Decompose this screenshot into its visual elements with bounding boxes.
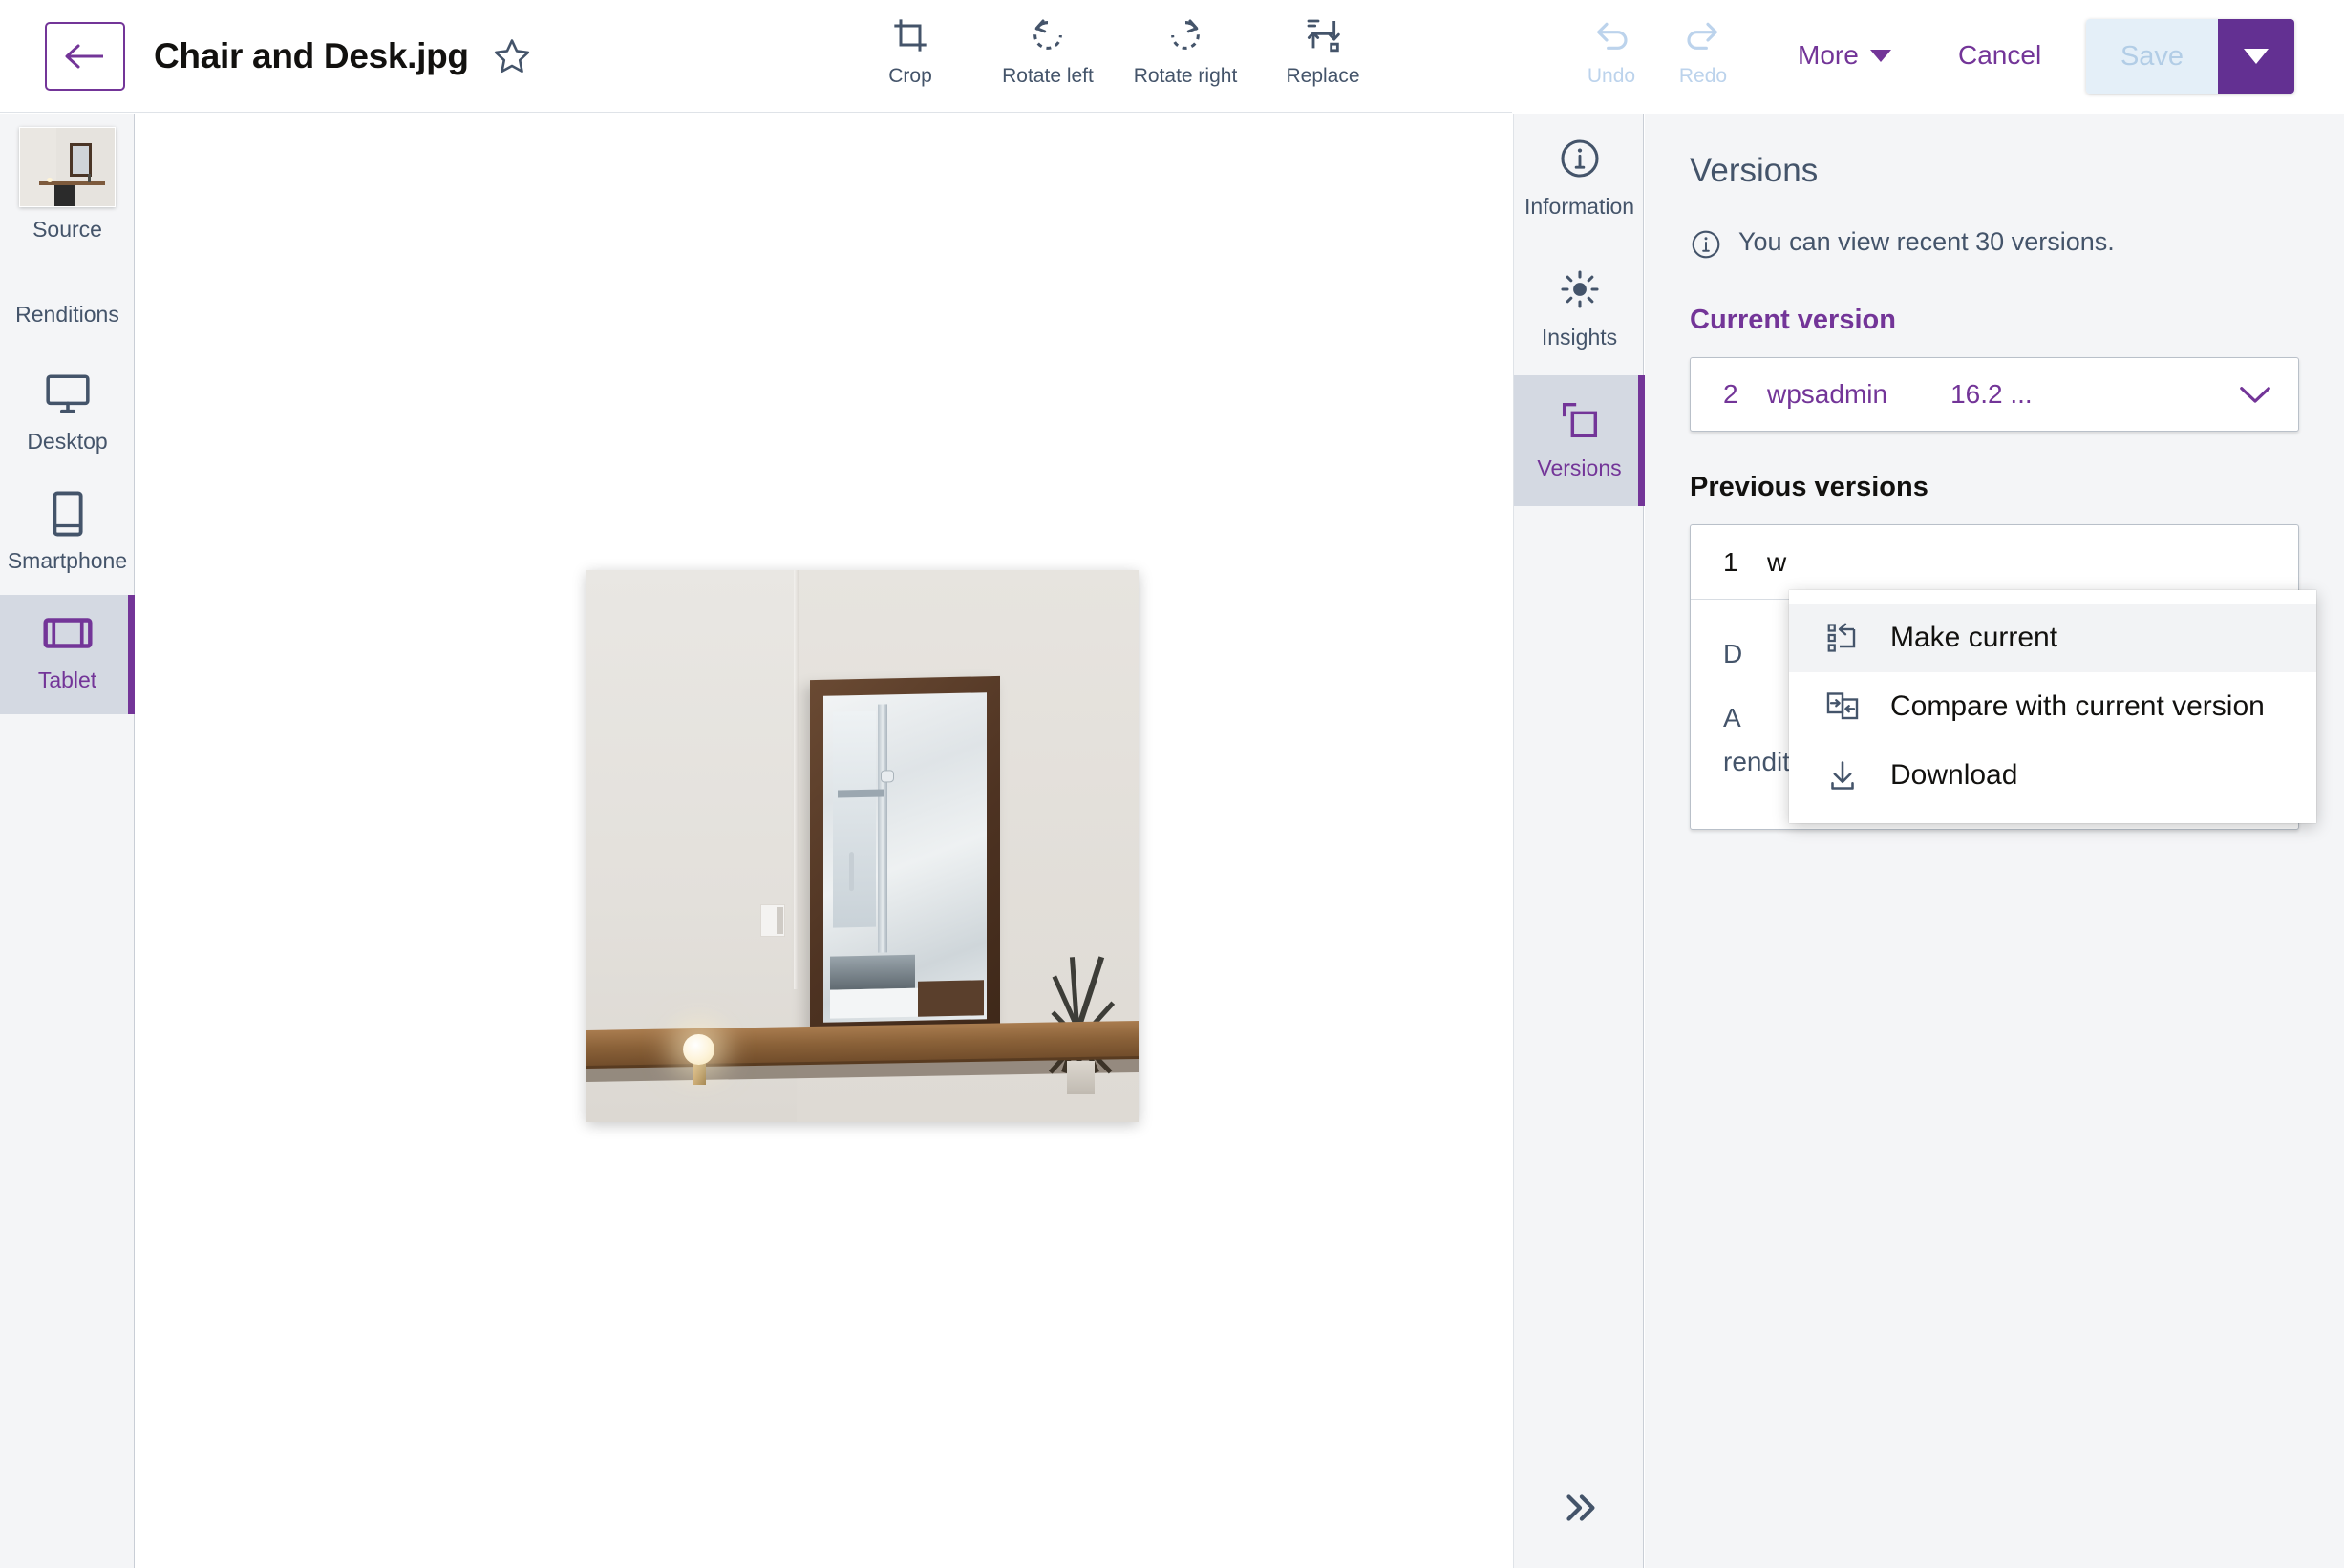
menu-item-make-current[interactable]: Make current: [1789, 604, 2316, 672]
star-outline-icon: [492, 36, 532, 76]
replace-icon: [1304, 13, 1342, 57]
redo-label: Redo: [1679, 65, 1727, 88]
rotate-left-icon: [1029, 13, 1067, 57]
history-group: Undo Redo: [1581, 13, 1734, 88]
sidebar-item-smartphone-label: Smartphone: [8, 548, 127, 574]
previous-version-user: w: [1767, 547, 1786, 578]
smartphone-icon: [50, 489, 86, 539]
current-version-row[interactable]: 2 wpsadmin 16.2 ...: [1690, 357, 2299, 432]
image-editor-window: Chair and Desk.jpg Crop: [0, 0, 2344, 1568]
crop-button[interactable]: Crop: [864, 13, 956, 88]
crop-icon: [891, 13, 929, 57]
more-menu-button[interactable]: More: [1798, 40, 1891, 71]
chevron-down-icon: [1870, 50, 1891, 62]
previous-version-number: 1: [1723, 547, 1767, 578]
copy-icon: [1558, 396, 1602, 444]
rotate-right-icon: [1166, 13, 1204, 57]
tab-versions-label: Versions: [1537, 456, 1621, 481]
sidebar-item-smartphone[interactable]: Smartphone: [0, 476, 135, 595]
compare-icon: [1823, 689, 1862, 724]
favorite-button[interactable]: [492, 36, 532, 76]
save-split-button: Save: [2086, 19, 2294, 94]
sidebar-item-tablet-label: Tablet: [38, 667, 96, 693]
renditions-sidebar: Source Renditions Desktop Smartphone: [0, 114, 135, 1568]
page-title: Chair and Desk.jpg: [154, 36, 469, 76]
tab-insights[interactable]: Insights: [1514, 244, 1645, 375]
menu-item-make-current-label: Make current: [1890, 622, 2057, 654]
tab-versions[interactable]: Versions: [1514, 375, 1645, 506]
collapse-panel-button[interactable]: [1514, 1474, 1645, 1541]
sidebar-item-tablet[interactable]: Tablet: [0, 595, 135, 714]
cancel-button[interactable]: Cancel: [1958, 40, 2041, 71]
sidebar-item-renditions[interactable]: Renditions: [0, 264, 135, 356]
versions-panel-title: Versions: [1690, 152, 2299, 190]
menu-item-compare-label: Compare with current version: [1890, 690, 2265, 723]
crop-label: Crop: [888, 65, 932, 88]
current-version-user: wpsadmin: [1767, 379, 1887, 410]
tab-insights-label: Insights: [1542, 325, 1617, 350]
make-current-icon: [1823, 621, 1862, 655]
chevron-down-icon: [2237, 382, 2273, 407]
preview-image: [586, 570, 1139, 1122]
replace-label: Replace: [1286, 65, 1359, 88]
current-version-meta: 16.2 ...: [1950, 379, 2237, 410]
back-button[interactable]: [45, 22, 125, 91]
edit-tool-group: Crop Rotate left: [864, 13, 1369, 88]
arrow-left-icon: [64, 41, 106, 72]
menu-item-download[interactable]: Download: [1789, 741, 2316, 810]
undo-icon: [1592, 13, 1630, 57]
current-version-number: 2: [1723, 379, 1767, 410]
right-tab-rail: Information Insights: [1513, 114, 1644, 1568]
sun-icon: [1558, 265, 1602, 313]
replace-button[interactable]: Replace: [1277, 13, 1369, 88]
save-button[interactable]: Save: [2086, 19, 2218, 94]
caret-down-icon: [2244, 49, 2269, 64]
info-circle-icon: [1558, 135, 1602, 182]
tab-information[interactable]: Information: [1514, 114, 1645, 244]
sidebar-item-source[interactable]: Source: [0, 114, 135, 264]
image-canvas[interactable]: [136, 114, 1512, 1568]
versions-note-text: You can view recent 30 versions.: [1738, 226, 2115, 257]
app-header: Chair and Desk.jpg Crop: [0, 0, 1512, 113]
save-dropdown-button[interactable]: [2218, 19, 2294, 94]
more-label: More: [1798, 40, 1859, 71]
sidebar-item-desktop[interactable]: Desktop: [0, 356, 135, 476]
current-version-expand-button[interactable]: [2237, 382, 2273, 407]
chevron-double-right-icon: [1558, 1489, 1602, 1527]
monitor-icon: [44, 370, 92, 419]
rotate-right-label: Rotate right: [1134, 65, 1238, 88]
menu-item-compare[interactable]: Compare with current version: [1789, 672, 2316, 741]
previous-version-row[interactable]: 1 w: [1691, 525, 2298, 600]
rotate-left-label: Rotate left: [1002, 65, 1094, 88]
sidebar-item-renditions-label: Renditions: [15, 302, 119, 328]
tablet-icon: [42, 608, 94, 658]
source-thumbnail: [19, 127, 116, 207]
rotate-right-button[interactable]: Rotate right: [1140, 13, 1231, 88]
redo-icon: [1684, 13, 1722, 57]
versions-panel: Versions You can view recent 30 versions…: [1645, 114, 2344, 1568]
redo-button[interactable]: Redo: [1673, 13, 1734, 88]
undo-label: Undo: [1588, 65, 1635, 88]
version-context-menu: Make current Compare with current versio…: [1789, 590, 2316, 823]
versions-note: You can view recent 30 versions.: [1690, 226, 2299, 261]
download-icon: [1823, 758, 1862, 793]
tab-information-label: Information: [1524, 194, 1634, 220]
info-circle-icon: [1690, 228, 1722, 261]
sidebar-item-source-label: Source: [32, 217, 102, 243]
menu-item-download-label: Download: [1890, 759, 2017, 792]
current-version-heading: Current version: [1690, 305, 2299, 336]
previous-versions-heading: Previous versions: [1690, 472, 2299, 503]
undo-button[interactable]: Undo: [1581, 13, 1642, 88]
sidebar-item-desktop-label: Desktop: [27, 429, 107, 455]
rotate-left-button[interactable]: Rotate left: [1002, 13, 1094, 88]
